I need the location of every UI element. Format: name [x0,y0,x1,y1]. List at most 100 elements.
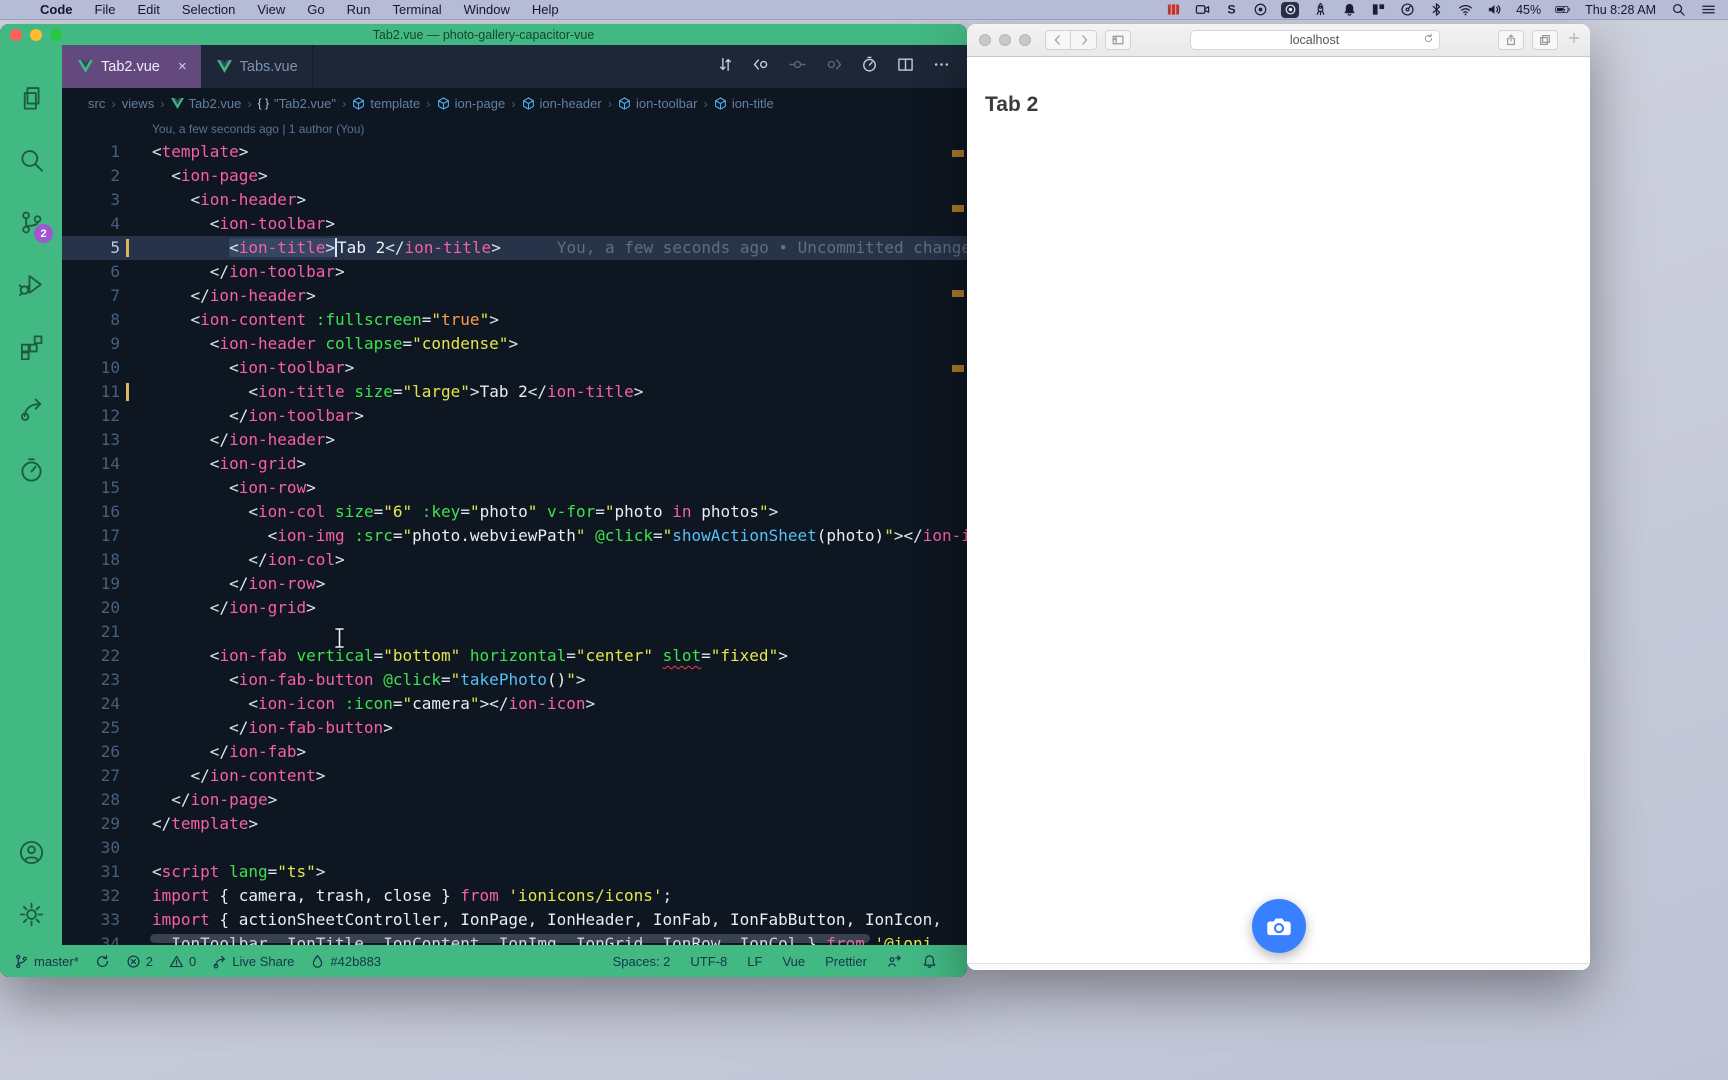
code-line-7[interactable]: 7 </ion-header> [62,284,967,308]
back-button[interactable] [1045,30,1071,50]
code-line-11[interactable]: 11 <ion-title size="large">Tab 2</ion-ti… [62,380,967,404]
code-line-14[interactable]: 14 <ion-grid> [62,452,967,476]
code-line-18[interactable]: 18 </ion-col> [62,548,967,572]
status-sync[interactable] [95,954,110,969]
status-spaces-2[interactable]: Spaces: 2 [613,954,671,969]
nav-next-icon[interactable] [825,56,842,78]
breadcrumb-item-tab2-vue[interactable]: ›Tab2.vue [160,96,241,111]
timer-icon[interactable] [861,56,878,78]
bluetooth-icon[interactable] [1428,2,1444,18]
status-live-share[interactable]: Live Share [212,954,294,969]
code-line-13[interactable]: 13 </ion-header> [62,428,967,452]
address-bar[interactable]: localhost [1190,30,1440,50]
code-line-27[interactable]: 27 </ion-content> [62,764,967,788]
tab-tab2-vue[interactable]: Tab2.vue× [62,45,201,88]
volume-icon[interactable] [1486,2,1502,18]
code-line-16[interactable]: 16 <ion-col size="6" :key="photo" v-for=… [62,500,967,524]
menu-item-selection[interactable]: Selection [182,2,235,17]
reload-icon[interactable] [1423,33,1434,47]
code-line-2[interactable]: 2 <ion-page> [62,164,967,188]
control-center-icon[interactable] [1700,2,1716,18]
code-line-10[interactable]: 10 <ion-toolbar> [62,356,967,380]
code-line-19[interactable]: 19 </ion-row> [62,572,967,596]
sidebar-item-extensions[interactable] [7,315,55,377]
status-0[interactable]: 0 [169,954,196,969]
tab-bar-item-tab-3[interactable]: ■Tab 3 [1382,964,1590,970]
shortcuts-s-icon[interactable]: S [1223,2,1239,18]
camera-fab-button[interactable] [1252,899,1306,953]
breadcrumb-item-src[interactable]: src [88,96,105,111]
sidebar-item-settings[interactable] [7,883,55,945]
window-manager-icon[interactable] [1370,2,1386,18]
sidebar-toggle-button[interactable] [1105,30,1131,50]
vscode-titlebar[interactable]: Tab2.vue — photo-gallery-capacitor-vue [0,24,967,45]
menu-item-run[interactable]: Run [347,2,371,17]
code-line-5[interactable]: 5 <ion-title>Tab 2</ion-title>You, a few… [62,236,967,260]
breadcrumb-item-ion-page[interactable]: ›ion-page [426,96,505,111]
menu-item-code[interactable]: Code [40,2,73,17]
breadcrumb-item-ion-toolbar[interactable]: ›ion-toolbar [608,96,698,111]
tab-bar-item-tab-1[interactable]: ▲Tab 1 [967,964,1175,970]
menu-item-terminal[interactable]: Terminal [393,2,442,17]
record-icon[interactable] [1252,2,1268,18]
breadcrumb-item-template[interactable]: ›template [342,96,420,111]
rocket-icon[interactable] [1312,2,1328,18]
menubar-clock[interactable]: Thu 8:28 AM [1585,3,1656,17]
status-feedback[interactable] [887,954,902,969]
code-line-26[interactable]: 26 </ion-fab> [62,740,967,764]
nav-prev-icon[interactable] [789,56,806,78]
tab-tabs-vue[interactable]: Tabs.vue [201,45,313,88]
split-editor-icon[interactable] [897,56,914,78]
status-utf-8[interactable]: UTF-8 [690,954,727,969]
film-icon[interactable] [1165,2,1181,18]
menu-item-window[interactable]: Window [464,2,510,17]
code-line-4[interactable]: 4 <ion-toolbar> [62,212,967,236]
code-line-28[interactable]: 28 </ion-page> [62,788,967,812]
video-camera-icon[interactable] [1194,2,1210,18]
code-line-1[interactable]: 1<template> [62,140,967,164]
status-bell[interactable] [922,954,937,969]
notification-icon[interactable] [1341,2,1357,18]
code-line-23[interactable]: 23 <ion-fab-button @click="takePhoto()"> [62,668,967,692]
code-line-25[interactable]: 25 </ion-fab-button> [62,716,967,740]
menu-item-file[interactable]: File [95,2,116,17]
close-tab-icon[interactable]: × [178,58,187,75]
nav-back-icon[interactable] [753,56,770,78]
code-line-33[interactable]: 33import { actionSheetController, IonPag… [62,908,967,932]
breadcrumb-item-ion-header[interactable]: ›ion-header [511,96,602,111]
sidebar-item-accounts[interactable] [7,821,55,883]
status-prettier[interactable]: Prettier [825,954,867,969]
code-line-31[interactable]: 31<script lang="ts"> [62,860,967,884]
code-line-17[interactable]: 17 <ion-img :src="photo.webviewPath" @cl… [62,524,967,548]
minimize-window-button[interactable] [999,34,1011,46]
code-line-30[interactable]: 30 [62,836,967,860]
more-icon[interactable] [933,56,950,78]
zoom-window-button[interactable] [1019,34,1031,46]
status-2[interactable]: 2 [126,954,153,969]
new-tab-button[interactable] [1568,31,1580,49]
code-line-3[interactable]: 3 <ion-header> [62,188,967,212]
breadcrumb-item-ion-title[interactable]: ›ion-title [703,96,773,111]
status-lf[interactable]: LF [747,954,762,969]
status-master-[interactable]: master* [14,954,79,969]
code-line-12[interactable]: 12 </ion-toolbar> [62,404,967,428]
spotlight-search-icon[interactable] [1670,2,1686,18]
breadcrumb-item--tab2-vue-[interactable]: ›{ }"Tab2.vue" [247,96,336,111]
menu-item-edit[interactable]: Edit [137,2,159,17]
share-button[interactable] [1498,30,1524,50]
sidebar-item-timer[interactable] [7,439,55,501]
tab-bar-item-tab-2[interactable]: ●Tab 2 [1175,964,1383,970]
code-line-6[interactable]: 6 </ion-toolbar> [62,260,967,284]
codelens-annotation[interactable]: You, a few seconds ago | 1 author (You) [152,122,364,136]
code-line-32[interactable]: 32import { camera, trash, close } from '… [62,884,967,908]
sidebar-item-explorer[interactable] [7,67,55,129]
wifi-icon[interactable] [1457,2,1473,18]
forward-button[interactable] [1071,30,1097,50]
menu-item-view[interactable]: View [257,2,285,17]
tabs-overview-button[interactable] [1532,30,1558,50]
code-line-15[interactable]: 15 <ion-row> [62,476,967,500]
compare-icon[interactable] [717,56,734,78]
code-line-9[interactable]: 9 <ion-header collapse="condense"> [62,332,967,356]
code-line-21[interactable]: 21 [62,620,967,644]
sidebar-item-source-control[interactable]: 2 [7,191,55,253]
